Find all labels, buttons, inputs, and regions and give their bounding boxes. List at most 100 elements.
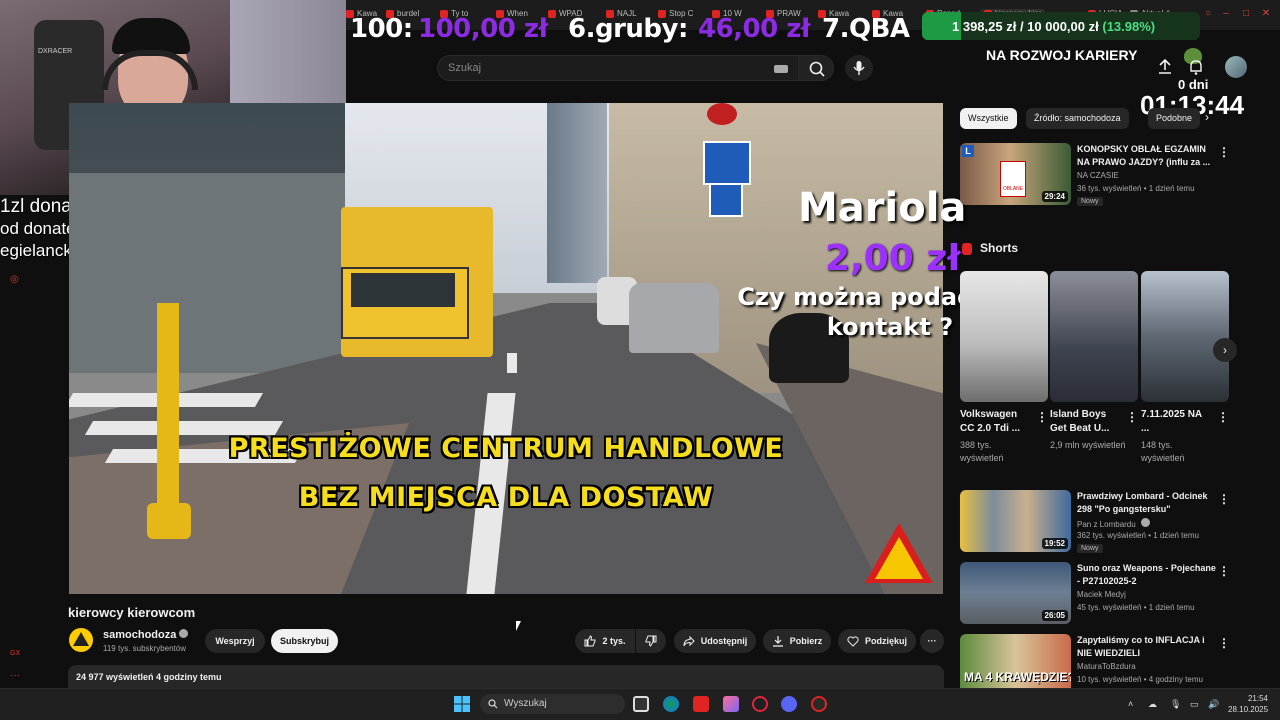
- recommended-video[interactable]: 26:05 Suno oraz Weapons - Pojechane - P2…: [960, 562, 1260, 626]
- edge-browser-icon[interactable]: [663, 696, 679, 712]
- channel-name[interactable]: MaturaToBzdura: [1077, 662, 1136, 671]
- minimize-icon[interactable]: –: [1220, 8, 1232, 20]
- video-player[interactable]: PRESTIŻOWE CENTRUM HANDLOWE BEZ MIEJSCA …: [69, 103, 943, 594]
- chip-related[interactable]: Podobne: [1148, 108, 1201, 129]
- volume-icon[interactable]: 🔊: [1208, 699, 1219, 710]
- career-overlay-label: NA ROZWOJ KARIERY: [986, 47, 1138, 63]
- video-title[interactable]: Suno oraz Weapons - Pojechane - P2710202…: [1077, 562, 1217, 588]
- recommended-video[interactable]: L OBLANE 29:24 KONOPSKY OBLAŁ EGZAMIN NA…: [960, 143, 1260, 207]
- more-vert-icon[interactable]: ⋮: [1218, 145, 1230, 159]
- discord-icon[interactable]: [781, 696, 797, 712]
- chevron-right-icon: ›: [1223, 343, 1227, 357]
- video-meta: 10 tys. wyświetleń • 4 godziny temu: [1077, 675, 1203, 684]
- ticker-rank: 7.QBA: [822, 14, 910, 44]
- video-title: kierowcy kierowcom: [68, 605, 196, 620]
- maximize-icon[interactable]: □: [1240, 8, 1252, 20]
- keyboard-icon[interactable]: [774, 65, 788, 73]
- voice-search-button[interactable]: [845, 55, 873, 81]
- video-meta: 362 tys. wyświetleń • 1 dzień temu: [1077, 531, 1199, 540]
- more-actions-button[interactable]: ···: [920, 629, 944, 653]
- mouse-cursor: [516, 621, 521, 631]
- search-box[interactable]: Szukaj: [437, 55, 799, 81]
- short-thumbnail[interactable]: [1141, 271, 1229, 402]
- description-box[interactable]: 24 977 wyświetleń 4 godziny temu: [68, 665, 944, 689]
- thanks-button[interactable]: Podziękuj: [838, 629, 916, 653]
- video-thumbnail[interactable]: MA 4 KRAWĘDZIE?: [960, 634, 1071, 696]
- bell-icon[interactable]: [1188, 58, 1204, 76]
- tray-chevron-up-icon[interactable]: ˄: [1128, 699, 1133, 709]
- webcam-curtain: [230, 0, 346, 110]
- thumb-paper: OBLANE: [1000, 161, 1026, 197]
- ticker-amount: 46,00 zł: [698, 14, 811, 44]
- dislike-button[interactable]: [636, 629, 666, 653]
- like-button[interactable]: 2 tys.: [575, 629, 635, 653]
- join-button[interactable]: Wesprzyj: [205, 629, 265, 653]
- short-title[interactable]: Island Boys Get Beat U...: [1050, 408, 1120, 436]
- browser-search-icon[interactable]: ○: [1202, 8, 1214, 20]
- network-icon[interactable]: ▭: [1190, 699, 1199, 710]
- snipping-tool-icon[interactable]: [723, 696, 739, 712]
- thanks-icon: [847, 636, 859, 647]
- search-button[interactable]: [798, 55, 834, 81]
- video-title[interactable]: KONOPSKY OBLAŁ EGZAMIN NA PRAWO JAZDY? (…: [1077, 143, 1217, 169]
- video-title[interactable]: Zapytaliśmy co to INFLACJA i NIE WIEDZIE…: [1077, 634, 1217, 660]
- download-button[interactable]: Pobierz: [763, 629, 831, 653]
- short-item[interactable]: Island Boys Get Beat U... 2,9 mln wyświe…: [1050, 271, 1138, 471]
- truck-windshield: [351, 273, 455, 307]
- taskbar-search[interactable]: Wyszukaj: [480, 694, 625, 714]
- video-thumbnail[interactable]: L OBLANE 29:24: [960, 143, 1071, 205]
- sidebar-brand-icon[interactable]: GX: [10, 650, 20, 657]
- thumbs-down-icon: [645, 635, 657, 647]
- video-duration: 19:52: [1041, 538, 1068, 549]
- more-vert-icon[interactable]: ⋮: [1036, 410, 1048, 424]
- channel-avatar[interactable]: [69, 628, 93, 652]
- windows-start-icon[interactable]: [454, 696, 470, 712]
- donation-goal-bar: 1 398,25 zł / 10 000,00 zł (13.98%): [922, 12, 1200, 40]
- youtube-app-icon[interactable]: [693, 696, 709, 712]
- channel-name[interactable]: Maciek Medyj: [1077, 590, 1126, 599]
- obs-icon[interactable]: [811, 696, 827, 712]
- close-icon[interactable]: ✕: [1260, 8, 1272, 20]
- short-thumbnail[interactable]: [1050, 271, 1138, 402]
- channel-name[interactable]: NA CZASIE: [1077, 171, 1119, 180]
- video-title[interactable]: Prawdziwy Lombard - Odcinek 298 "Po gang…: [1077, 490, 1217, 516]
- short-item[interactable]: 7.11.2025 NA ... 148 tys. wyświetleń ⋮: [1141, 271, 1229, 471]
- upload-icon[interactable]: [1157, 58, 1173, 76]
- video-thumbnail[interactable]: 19:52: [960, 490, 1071, 552]
- opera-gx-icon[interactable]: [752, 696, 768, 712]
- microphone-tray-icon[interactable]: 🎙: [1170, 699, 1181, 710]
- short-title[interactable]: Volkswagen CC 2.0 Tdi ...: [960, 408, 1030, 436]
- channel-name[interactable]: samochodoza: [103, 629, 189, 641]
- short-thumbnail[interactable]: [960, 271, 1048, 402]
- more-vert-icon[interactable]: ⋮: [1126, 410, 1138, 424]
- task-view-icon[interactable]: [633, 696, 649, 712]
- more-vert-icon[interactable]: ⋮: [1218, 564, 1230, 578]
- sidebar-more-icon[interactable]: ···: [10, 670, 20, 681]
- channel-name[interactable]: Pan z Lombardu: [1077, 518, 1150, 529]
- subscribe-button[interactable]: Subskrybuj: [271, 629, 338, 653]
- short-item[interactable]: Volkswagen CC 2.0 Tdi ... 388 tys. wyświ…: [960, 271, 1048, 471]
- user-avatar[interactable]: [1225, 56, 1247, 78]
- more-vert-icon[interactable]: ⋮: [1217, 410, 1229, 424]
- chevron-right-icon[interactable]: ›: [1205, 110, 1209, 124]
- sidebar-record-icon[interactable]: ◎: [10, 274, 19, 285]
- share-button[interactable]: Udostępnij: [674, 629, 756, 653]
- chip-source[interactable]: Źródło: samochodoza: [1026, 108, 1129, 129]
- onedrive-cloud-icon[interactable]: ☁: [1148, 699, 1157, 710]
- verified-icon: [179, 629, 189, 638]
- search-input[interactable]: Szukaj: [448, 62, 481, 74]
- more-vert-icon[interactable]: ⋮: [1218, 636, 1230, 650]
- shorts-icon: [962, 242, 972, 255]
- chip-all[interactable]: Wszystkie: [960, 108, 1017, 129]
- more-vert-icon[interactable]: ⋮: [1218, 492, 1230, 506]
- shorts-next-button[interactable]: ›: [1213, 338, 1237, 362]
- video-thumbnail[interactable]: 26:05: [960, 562, 1071, 624]
- taskbar-clock[interactable]: 21:54 28.10.2025: [1228, 693, 1268, 715]
- ticker-amount: 100,00 zł: [418, 14, 548, 44]
- video-duration: 26:05: [1041, 610, 1068, 621]
- video-caption-line1: PRESTIŻOWE CENTRUM HANDLOWE: [228, 433, 784, 464]
- recommended-video[interactable]: 19:52 Prawdziwy Lombard - Odcinek 298 "P…: [960, 490, 1260, 554]
- clock-date: 28.10.2025: [1228, 705, 1269, 714]
- short-views: 148 tys. wyświetleń: [1141, 440, 1185, 463]
- short-title[interactable]: 7.11.2025 NA ...: [1141, 408, 1211, 436]
